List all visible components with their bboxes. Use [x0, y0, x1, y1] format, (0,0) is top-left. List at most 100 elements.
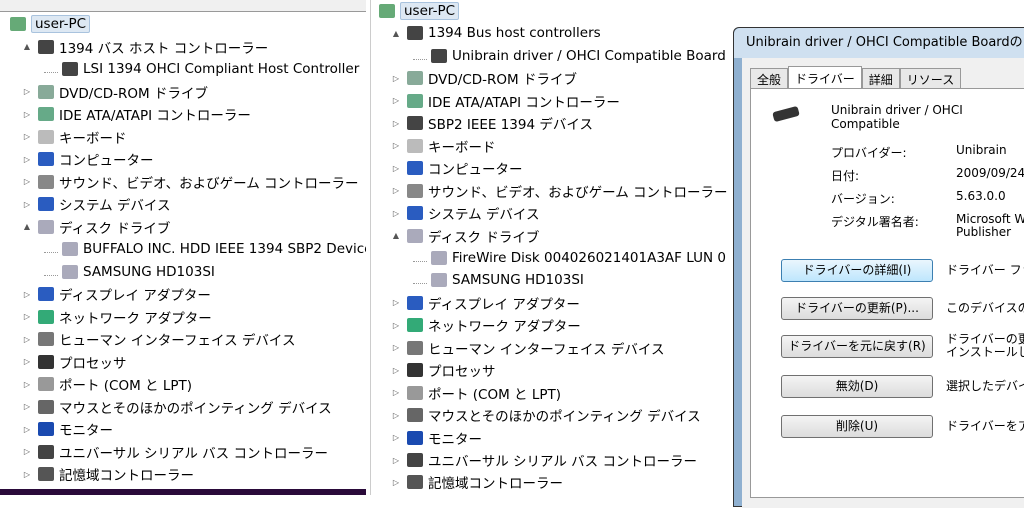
monitor-icon	[407, 430, 423, 445]
item-label: コンピューター	[59, 153, 154, 169]
tree-item[interactable]: ▷ キーボード	[391, 135, 496, 157]
expander-icon[interactable]: ▷	[391, 186, 401, 195]
tree-item[interactable]: ▷ ポート (COM と LPT)	[391, 382, 561, 404]
tree-item[interactable]: ▷ マウスとそのほかのポインティング デバイス	[22, 396, 332, 418]
item-label: ヒューマン インターフェイス デバイス	[428, 341, 665, 358]
expander-icon[interactable]: ▷	[22, 312, 32, 321]
disk-icon	[62, 242, 78, 256]
driver-button[interactable]: 無効(D)	[781, 375, 933, 398]
tree-item[interactable]: ▷ ユニバーサル シリアル バス コントローラー	[391, 449, 697, 471]
item-label: プロセッサ	[59, 355, 127, 372]
expander-icon[interactable]: ▷	[22, 447, 32, 456]
driver-button[interactable]: ドライバーの詳細(I)	[781, 259, 933, 282]
tree-item[interactable]: ▲ ディスク ドライブ	[22, 216, 170, 238]
expander-icon[interactable]: ▷	[391, 433, 401, 442]
tree-item[interactable]: ▷ サウンド、ビデオ、およびゲーム コントローラー	[391, 180, 728, 202]
tree-item[interactable]: ▷ コンピューター	[391, 157, 523, 179]
expander-icon[interactable]: ▷	[391, 96, 401, 105]
expander-icon[interactable]: ▷	[22, 132, 32, 141]
tree-item[interactable]: ▷ モニター	[391, 427, 482, 449]
expander-icon[interactable]: ▷	[391, 388, 401, 397]
tree-root[interactable]: user-PC	[10, 13, 91, 35]
tree-item[interactable]: LSI 1394 OHCI Compliant Host Controller	[44, 58, 359, 80]
firewire-cable-icon	[772, 105, 800, 123]
tree-item[interactable]: ▷ マウスとそのほかのポインティング デバイス	[391, 404, 701, 426]
tree-item[interactable]: ▷ ネットワーク アダプター	[22, 306, 212, 328]
tree-item[interactable]: ▷ キーボード	[22, 126, 127, 148]
tree-item[interactable]: ▷ IDE ATA/ATAPI コントローラー	[22, 103, 251, 125]
tree-item[interactable]: ▷ IDE ATA/ATAPI コントローラー	[391, 90, 620, 112]
tree-item[interactable]: ▷ DVD/CD-ROM ドライブ	[22, 81, 208, 103]
port-icon	[38, 377, 54, 391]
tree-item[interactable]: BUFFALO INC. HDD IEEE 1394 SBP2 Device	[44, 238, 366, 260]
tree-item[interactable]: FireWire Disk 004026021401A3AF LUN 0	[413, 247, 726, 269]
expander-icon[interactable]: ▷	[391, 141, 401, 150]
tree-item[interactable]: ▷ システム デバイス	[22, 193, 170, 215]
expander-icon[interactable]: ▷	[391, 164, 401, 173]
tab-driver[interactable]: ドライバー	[788, 66, 862, 88]
tree-item[interactable]: ▷ ポート (COM と LPT)	[22, 373, 192, 395]
tree-item[interactable]: ▷ DVD/CD-ROM ドライブ	[391, 67, 577, 89]
tab-general[interactable]: 全般	[750, 68, 789, 88]
driver-button[interactable]: 削除(U)	[781, 415, 933, 438]
tree-item[interactable]: ▲ 1394 バス ホスト コントローラー	[22, 36, 268, 58]
dvd-icon	[38, 84, 54, 99]
tree-item[interactable]: ▷ 記憶域コントローラー	[391, 471, 563, 493]
expander-icon[interactable]: ▷	[22, 470, 32, 479]
tree-item[interactable]: ▲ ディスク ドライブ	[391, 225, 539, 247]
tree-root[interactable]: user-PC	[379, 0, 460, 22]
expander-icon[interactable]: ▷	[391, 366, 401, 375]
expander-icon[interactable]: ▷	[22, 357, 32, 366]
driver-button[interactable]: ドライバーを元に戻す(R)	[781, 335, 933, 358]
tree-item[interactable]: SAMSUNG HD103SI	[44, 261, 215, 283]
expander-icon[interactable]: ▷	[22, 425, 32, 434]
tree-item[interactable]: ▷ サウンド、ビデオ、およびゲーム コントローラー	[22, 171, 359, 193]
tree-item[interactable]: ▷ モニター	[22, 418, 113, 440]
item-label: ユニバーサル シリアル バス コントローラー	[428, 454, 697, 470]
expander-icon[interactable]: ▲	[22, 42, 32, 51]
tree-item[interactable]: ▷ システム デバイス	[391, 202, 539, 224]
tree-item[interactable]: ▷ ヒューマン インターフェイス デバイス	[391, 337, 664, 359]
expander-icon[interactable]: ▷	[391, 343, 401, 352]
expander-icon[interactable]: ▷	[391, 411, 401, 420]
expander-icon[interactable]: ▷	[22, 402, 32, 411]
tree-item[interactable]: ▷ プロセッサ	[22, 351, 127, 373]
expander-icon[interactable]: ▷	[22, 380, 32, 389]
expander-icon[interactable]: ▷	[391, 321, 401, 330]
tree-item[interactable]: ▷ ディスプレイ アダプター	[391, 292, 580, 314]
tree-item[interactable]: ▷ ユニバーサル シリアル バス コントローラー	[22, 441, 328, 463]
tree-item[interactable]: Unibrain driver / OHCI Compatible Board	[413, 45, 726, 67]
tree-item[interactable]: ▷ コンピューター	[22, 148, 154, 170]
expander-icon[interactable]: ▲	[391, 29, 401, 38]
tree-item[interactable]: ▷ ヒューマン インターフェイス デバイス	[22, 328, 295, 350]
expander-icon[interactable]: ▷	[391, 456, 401, 465]
tree-item[interactable]: ▷ 記憶域コントローラー	[22, 463, 194, 485]
expander-icon[interactable]: ▷	[22, 200, 32, 209]
expander-icon[interactable]: ▷	[391, 298, 401, 307]
expander-icon[interactable]: ▷	[22, 335, 32, 344]
tree-item[interactable]: ▷ ネットワーク アダプター	[391, 314, 581, 336]
expander-icon[interactable]: ▷	[22, 177, 32, 186]
tree-item[interactable]: ▲ 1394 Bus host controllers	[391, 22, 601, 44]
expander-icon[interactable]: ▷	[391, 74, 401, 83]
mouse-icon	[38, 399, 54, 414]
tree-item[interactable]: SAMSUNG HD103SI	[413, 269, 584, 291]
tree-item[interactable]: ▷ ディスプレイ アダプター	[22, 283, 211, 305]
hid-icon	[407, 340, 423, 355]
tab-details[interactable]: 詳細	[861, 68, 900, 88]
expander-icon[interactable]: ▲	[391, 231, 401, 240]
expander-icon[interactable]: ▷	[22, 110, 32, 119]
tab-resources[interactable]: リソース	[899, 68, 962, 88]
expander-icon[interactable]: ▷	[22, 87, 32, 96]
computer-icon	[407, 161, 423, 176]
expander-icon[interactable]: ▷	[391, 478, 401, 487]
tree-item[interactable]: ▷ SBP2 IEEE 1394 デバイス	[391, 112, 593, 134]
expander-icon[interactable]: ▷	[391, 209, 401, 218]
expander-icon[interactable]: ▷	[391, 119, 401, 128]
driver-button[interactable]: ドライバーの更新(P)...	[781, 297, 933, 320]
expander-icon[interactable]: ▲	[22, 222, 32, 231]
expander-icon[interactable]: ▷	[22, 155, 32, 164]
item-label: Unibrain driver / OHCI Compatible Board	[452, 47, 726, 64]
expander-icon[interactable]: ▷	[22, 290, 32, 299]
tree-item[interactable]: ▷ プロセッサ	[391, 359, 496, 381]
